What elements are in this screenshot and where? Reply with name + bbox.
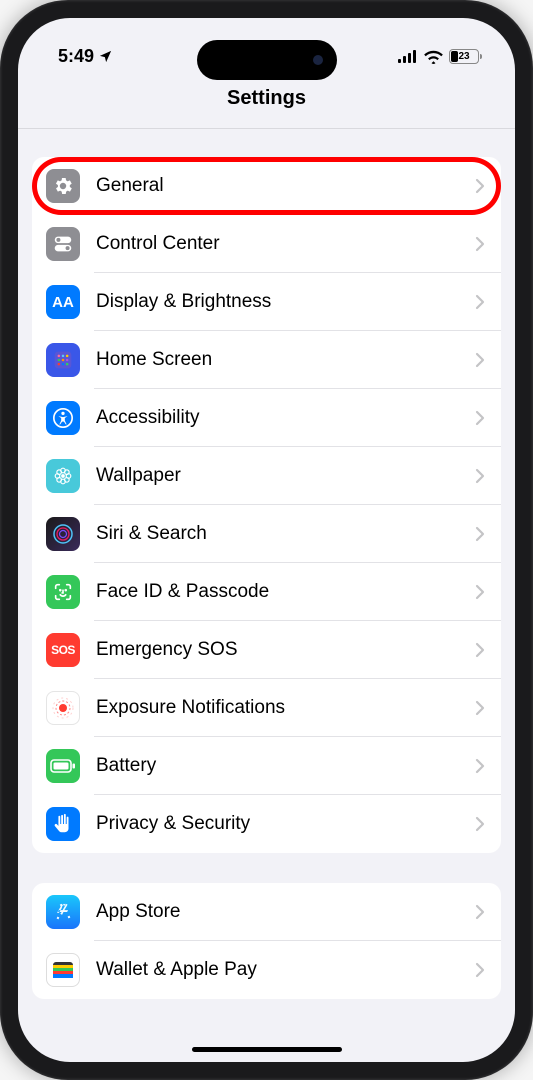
siri-icon	[46, 517, 80, 551]
battery-fill	[451, 51, 458, 62]
chevron-right-icon	[475, 584, 485, 600]
row-wallpaper[interactable]: Wallpaper	[32, 447, 501, 505]
row-general[interactable]: General	[32, 157, 501, 215]
app-store-icon	[46, 895, 80, 929]
row-label: Display & Brightness	[96, 291, 475, 313]
flower-icon	[46, 459, 80, 493]
status-right: 23	[398, 49, 479, 64]
dynamic-island	[197, 40, 337, 80]
location-icon	[98, 49, 113, 64]
status-time: 5:49	[58, 46, 94, 67]
row-emergency-sos[interactable]: SOS Emergency SOS	[32, 621, 501, 679]
face-id-icon	[46, 575, 80, 609]
row-privacy-security[interactable]: Privacy & Security	[32, 795, 501, 853]
status-left: 5:49	[58, 46, 113, 67]
row-label: App Store	[96, 901, 475, 923]
text-size-icon: AA	[46, 285, 80, 319]
chevron-right-icon	[475, 758, 485, 774]
row-app-store[interactable]: App Store	[32, 883, 501, 941]
apps-grid-icon	[46, 343, 80, 377]
row-face-id[interactable]: Face ID & Passcode	[32, 563, 501, 621]
row-siri-search[interactable]: Siri & Search	[32, 505, 501, 563]
row-label: Face ID & Passcode	[96, 581, 475, 603]
wallet-icon	[46, 953, 80, 987]
chevron-right-icon	[475, 526, 485, 542]
chevron-right-icon	[475, 410, 485, 426]
battery-icon: 23	[449, 49, 479, 64]
hand-icon	[46, 807, 80, 841]
row-label: Wallpaper	[96, 465, 475, 487]
row-label: General	[96, 175, 475, 197]
exposure-icon	[46, 691, 80, 725]
settings-content[interactable]: General Control Center AA Display & Brig…	[18, 129, 515, 999]
row-wallet-apple-pay[interactable]: Wallet & Apple Pay	[32, 941, 501, 999]
row-exposure-notifications[interactable]: Exposure Notifications	[32, 679, 501, 737]
chevron-right-icon	[475, 236, 485, 252]
page-title: Settings	[18, 87, 515, 110]
chevron-right-icon	[475, 962, 485, 978]
chevron-right-icon	[475, 468, 485, 484]
row-accessibility[interactable]: Accessibility	[32, 389, 501, 447]
row-label: Wallet & Apple Pay	[96, 959, 475, 981]
row-label: Emergency SOS	[96, 639, 475, 661]
phone-frame: 5:49 23 Settings	[0, 0, 533, 1080]
row-label: Battery	[96, 755, 475, 777]
row-control-center[interactable]: Control Center	[32, 215, 501, 273]
row-home-screen[interactable]: Home Screen	[32, 331, 501, 389]
chevron-right-icon	[475, 294, 485, 310]
battery-percent: 23	[458, 51, 469, 62]
screen: 5:49 23 Settings	[18, 18, 515, 1062]
battery-row-icon	[46, 749, 80, 783]
chevron-right-icon	[475, 178, 485, 194]
settings-group-1: General Control Center AA Display & Brig…	[32, 157, 501, 853]
row-label: Accessibility	[96, 407, 475, 429]
header: Settings	[18, 73, 515, 129]
camera-dot	[313, 55, 323, 65]
row-label: Control Center	[96, 233, 475, 255]
chevron-right-icon	[475, 642, 485, 658]
chevron-right-icon	[475, 700, 485, 716]
row-label: Siri & Search	[96, 523, 475, 545]
row-label: Privacy & Security	[96, 813, 475, 835]
toggles-icon	[46, 227, 80, 261]
settings-group-2: App Store Wallet & Apple Pay	[32, 883, 501, 999]
chevron-right-icon	[475, 816, 485, 832]
accessibility-icon	[46, 401, 80, 435]
row-label: Exposure Notifications	[96, 697, 475, 719]
home-indicator[interactable]	[192, 1047, 342, 1052]
chevron-right-icon	[475, 904, 485, 920]
row-battery[interactable]: Battery	[32, 737, 501, 795]
row-display-brightness[interactable]: AA Display & Brightness	[32, 273, 501, 331]
chevron-right-icon	[475, 352, 485, 368]
gear-icon	[46, 169, 80, 203]
wifi-icon	[424, 50, 443, 64]
row-label: Home Screen	[96, 349, 475, 371]
sos-icon: SOS	[46, 633, 80, 667]
cellular-icon	[398, 50, 418, 63]
